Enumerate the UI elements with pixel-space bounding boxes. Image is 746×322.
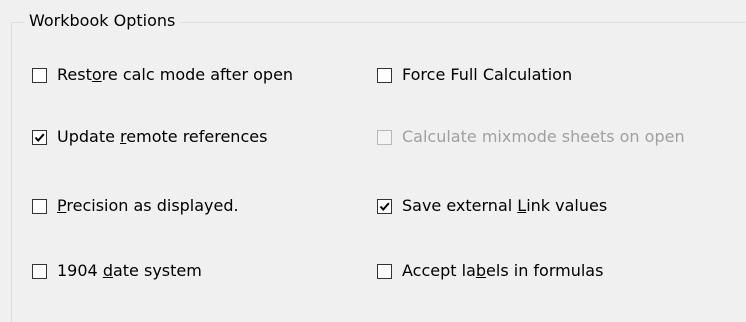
accept-labels-in-formulas-checkbox[interactable]: Accept labels in formulas: [377, 260, 603, 282]
save-external-link-values-label: Save external Link values: [402, 196, 608, 215]
checkbox-box[interactable]: [377, 263, 392, 279]
force-full-calculation-checkbox[interactable]: Force Full Calculation: [377, 64, 572, 86]
checkbox-box[interactable]: [32, 129, 47, 145]
checkmark-icon: [379, 202, 390, 211]
checkmark-icon: [34, 133, 45, 142]
checkbox-box[interactable]: [32, 263, 47, 279]
1904-date-system-label: 1904 date system: [57, 261, 202, 280]
restore-calc-mode-label: Restore calc mode after open: [57, 65, 294, 84]
precision-as-displayed-checkbox[interactable]: Precision as displayed.: [32, 195, 239, 217]
update-remote-references-label: Update remote references: [57, 127, 268, 146]
1904-date-system-checkbox[interactable]: 1904 date system: [32, 260, 202, 282]
calculate-mixmode-sheets-checkbox: Calculate mixmode sheets on open: [377, 126, 685, 148]
precision-as-displayed-label: Precision as displayed.: [57, 196, 239, 215]
checkbox-box[interactable]: [32, 198, 47, 214]
calculate-mixmode-sheets-label: Calculate mixmode sheets on open: [402, 127, 685, 146]
group-title: Workbook Options: [24, 11, 181, 31]
force-full-calculation-label: Force Full Calculation: [402, 65, 573, 84]
update-remote-references-checkbox[interactable]: Update remote references: [32, 126, 267, 148]
restore-calc-mode-checkbox[interactable]: Restore calc mode after open: [32, 64, 293, 86]
checkbox-box[interactable]: [377, 198, 392, 214]
save-external-link-values-checkbox[interactable]: Save external Link values: [377, 195, 607, 217]
checkbox-box: [377, 129, 392, 145]
accept-labels-in-formulas-label: Accept labels in formulas: [402, 261, 604, 280]
checkbox-box[interactable]: [32, 67, 47, 83]
checkbox-box[interactable]: [377, 67, 392, 83]
